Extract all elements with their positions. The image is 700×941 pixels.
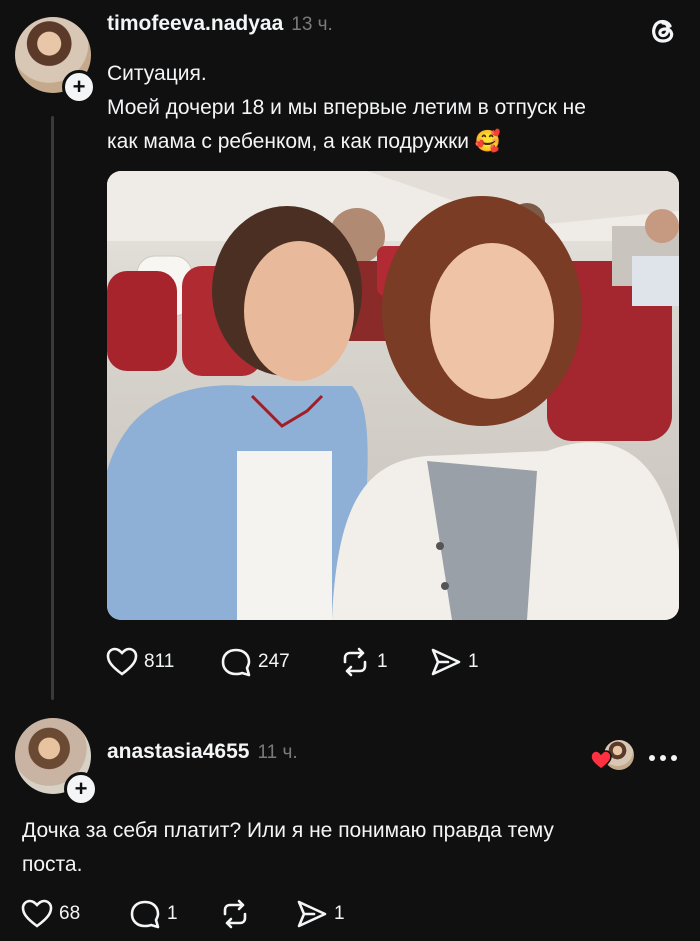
post-photo[interactable] <box>107 171 679 620</box>
follow-plus-button[interactable]: + <box>64 772 98 806</box>
reply-header: anastasia4655 11 ч. <box>107 740 298 764</box>
threads-logo-icon[interactable] <box>646 14 680 48</box>
repost-icon <box>343 647 367 677</box>
comment-count: 247 <box>258 651 290 672</box>
reply-text-line: Дочка за себя платит? Или я не понимаю п… <box>22 819 554 842</box>
reply-comment-count: 1 <box>167 903 178 924</box>
repost-count: 1 <box>377 651 388 672</box>
post-photo-image <box>107 171 679 620</box>
heart-icon <box>590 750 612 770</box>
thread-line <box>51 116 54 700</box>
send-icon <box>431 648 461 676</box>
post-time: 13 ч. <box>291 14 333 35</box>
post-text-line: как мама с ребенком, а как подружки 🥰 <box>107 130 501 153</box>
reply-like-count: 68 <box>59 903 81 924</box>
repost-button[interactable]: 1 <box>339 647 388 677</box>
comment-button[interactable]: 247 <box>220 647 290 677</box>
like-count: 811 <box>144 651 175 672</box>
heart-icon <box>106 647 138 676</box>
send-icon <box>297 900 327 928</box>
share-count: 1 <box>468 651 479 672</box>
heart-icon <box>21 899 53 928</box>
reply-time: 11 ч. <box>257 742 298 763</box>
like-button[interactable]: 811 <box>106 647 174 677</box>
reply-share-button[interactable]: 1 <box>296 899 345 929</box>
follow-plus-button[interactable]: + <box>62 70 96 104</box>
reply-like-button[interactable]: 68 <box>21 899 80 929</box>
reply-comment-button[interactable]: 1 <box>129 899 178 929</box>
post-text-line: Моей дочери 18 и мы впервые летим в отпу… <box>107 96 586 119</box>
comment-bubble-icon <box>221 648 251 677</box>
reply-repost-button[interactable] <box>219 899 257 929</box>
more-dots-icon[interactable] <box>648 750 678 761</box>
post-username[interactable]: timofeeva.nadyaa <box>107 12 283 36</box>
post-text-line: Ситуация. <box>107 62 207 85</box>
share-button[interactable]: 1 <box>430 647 479 677</box>
reply-share-count: 1 <box>334 903 345 924</box>
reply-username[interactable]: anastasia4655 <box>107 740 249 764</box>
post-text: Ситуация. Моей дочери 18 и мы впервые ле… <box>107 57 687 159</box>
post-header: timofeeva.nadyaa 13 ч. <box>107 12 333 36</box>
reply-text-line: поста. <box>22 853 83 876</box>
liked-by-author-badge[interactable] <box>590 740 634 772</box>
repost-icon <box>223 899 247 929</box>
reply-text: Дочка за себя платит? Или я не понимаю п… <box>22 814 682 882</box>
comment-bubble-icon <box>130 900 160 929</box>
